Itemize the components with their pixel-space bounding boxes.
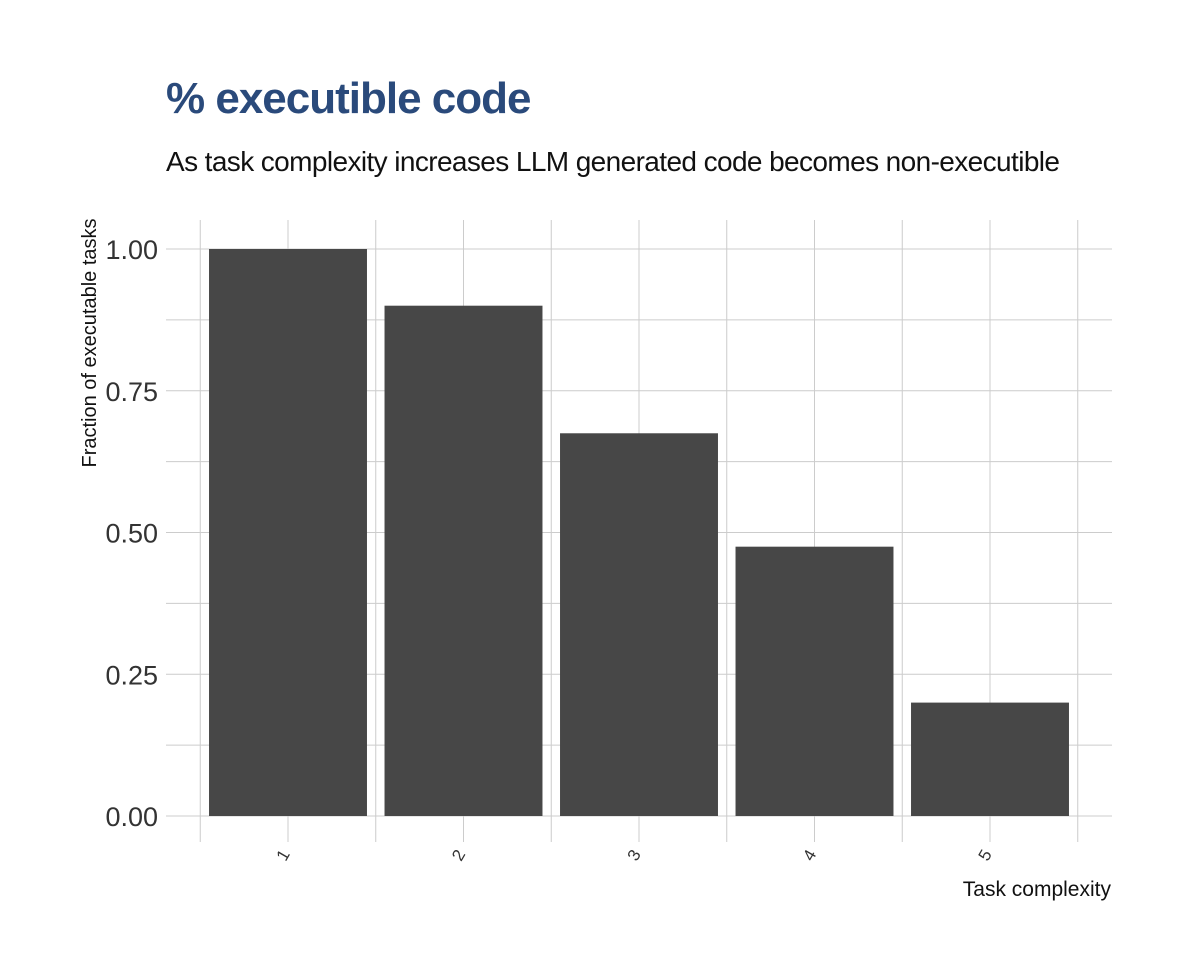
bar-5 xyxy=(911,702,1069,816)
bar-chart: 0.00 0.25 0.50 0.75 1.00 1 2 3 4 5 Fraction of e… xyxy=(79,218,1112,901)
bar-1 xyxy=(209,249,367,816)
bar-4 xyxy=(735,546,894,816)
bar-2 xyxy=(384,305,543,816)
x-tick-label: 2 xyxy=(448,846,469,864)
x-tick-label: 3 xyxy=(624,846,645,864)
y-tick-labels: 0.00 0.25 0.50 0.75 1.00 xyxy=(105,235,158,832)
x-tick-label: 4 xyxy=(799,846,820,864)
y-tick-label: 1.00 xyxy=(105,235,158,265)
y-tick-label: 0.50 xyxy=(105,519,158,549)
x-tick-label: 1 xyxy=(273,846,294,864)
y-tick-label: 0.75 xyxy=(105,377,158,407)
bar-3 xyxy=(560,433,718,816)
y-tick-label: 0.00 xyxy=(105,802,158,832)
x-tick-labels: 1 2 3 4 5 xyxy=(273,846,996,864)
y-tick-label: 0.25 xyxy=(105,660,158,690)
y-axis-label: Fraction of executable tasks xyxy=(79,218,101,467)
x-tick-label: 5 xyxy=(975,846,996,864)
x-axis-label: Task complexity xyxy=(963,878,1112,901)
